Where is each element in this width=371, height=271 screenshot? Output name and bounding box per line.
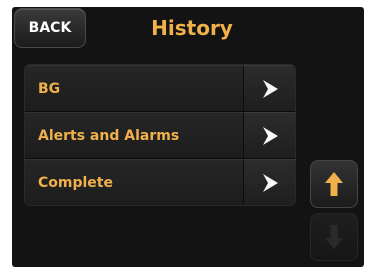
chevron-right-icon — [262, 126, 278, 145]
page-title: History — [151, 16, 233, 40]
chevron-right-icon — [262, 79, 278, 98]
menu-item-arrow-button[interactable] — [243, 159, 295, 205]
arrow-up-icon — [325, 172, 343, 196]
history-menu-list: BG Alerts and Alarms Complete — [24, 64, 296, 206]
scroll-up-button[interactable] — [310, 160, 358, 208]
back-button[interactable]: BACK — [14, 8, 86, 48]
device-screen: BACK History BG Alerts and Alarms Comple… — [12, 7, 364, 267]
menu-item-arrow-button[interactable] — [243, 112, 295, 158]
menu-item-alerts-and-alarms[interactable]: Alerts and Alarms — [25, 112, 295, 159]
chevron-right-icon — [262, 174, 278, 192]
menu-item-arrow-button[interactable] — [243, 65, 295, 111]
arrow-down-icon — [325, 225, 343, 249]
scroll-down-button[interactable] — [310, 213, 358, 261]
menu-item-label: Complete — [38, 175, 113, 191]
menu-item-label-area[interactable]: Alerts and Alarms — [25, 112, 243, 158]
back-button-label: BACK — [28, 20, 72, 36]
menu-item-bg[interactable]: BG — [25, 65, 295, 112]
menu-item-complete[interactable]: Complete — [25, 159, 295, 205]
menu-item-label: Alerts and Alarms — [38, 127, 180, 144]
menu-item-label-area[interactable]: Complete — [25, 159, 243, 205]
menu-item-label: BG — [38, 80, 61, 97]
menu-item-label-area[interactable]: BG — [25, 65, 243, 111]
